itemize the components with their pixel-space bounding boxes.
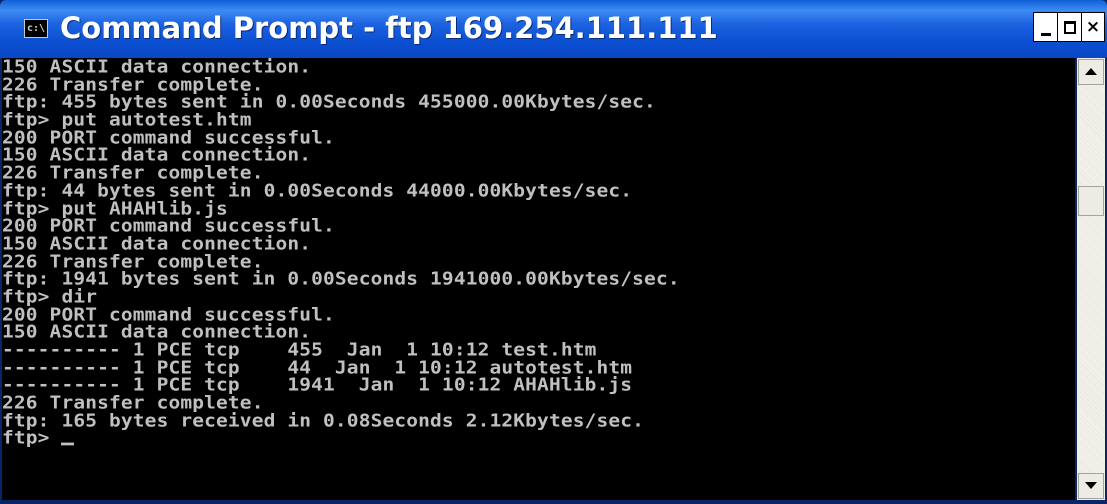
scroll-thumb[interactable] <box>1078 186 1104 216</box>
console-line: 226 Transfer complete. <box>2 162 264 184</box>
console-output[interactable]: 150 ASCII data connection. 226 Transfer c… <box>2 58 1075 500</box>
minimize-icon <box>1041 32 1051 36</box>
maximize-button[interactable] <box>1057 12 1083 42</box>
arrow-up-icon <box>1085 68 1097 75</box>
console-line: 226 Transfer complete. <box>2 392 264 414</box>
title-bar[interactable]: c:\ Command Prompt - ftp 169.254.111.111… <box>0 0 1107 58</box>
close-icon: × <box>1085 16 1101 37</box>
scroll-up-button[interactable] <box>1078 59 1104 85</box>
close-button[interactable]: × <box>1081 12 1105 42</box>
text-cursor <box>61 442 75 446</box>
console-line: 150 ASCII data connection. <box>2 58 312 78</box>
console-line: ftp> put autotest.htm <box>2 109 252 131</box>
console-line: ---------- 1 PCE tcp 455 Jan 1 10:12 tes… <box>2 338 597 361</box>
command-prompt-window: c:\ Command Prompt - ftp 169.254.111.111… <box>0 0 1107 504</box>
console-line: ftp: 1941 bytes sent in 0.00Seconds 1941… <box>2 268 680 290</box>
console-app-icon[interactable]: c:\ <box>24 19 48 38</box>
console-line: 150 ASCII data connection. <box>2 232 312 254</box>
window-title: Command Prompt - ftp 169.254.111.111 <box>60 11 718 45</box>
console-line: ftp: 455 bytes sent in 0.00Seconds 45500… <box>2 91 656 113</box>
vertical-scrollbar[interactable] <box>1077 58 1105 500</box>
arrow-down-icon <box>1085 482 1097 489</box>
scroll-track[interactable] <box>1077 58 1105 500</box>
console-line: ftp: 44 bytes sent in 0.00Seconds 44000.… <box>2 179 633 201</box>
console-line: ftp: 165 bytes received in 0.08Seconds 2… <box>2 409 645 431</box>
maximize-icon <box>1064 20 1076 34</box>
console-line: 200 PORT command successful. <box>2 215 335 237</box>
console-line: ftp> <box>2 429 1075 447</box>
minimize-button[interactable] <box>1033 12 1059 42</box>
console-line: ---------- 1 PCE tcp 1941 Jan 1 10:12 AH… <box>2 374 633 396</box>
console-line: ftp> dir <box>2 285 98 308</box>
console-line: 150 ASCII data connection. <box>2 321 312 343</box>
scroll-down-button[interactable] <box>1078 473 1104 499</box>
window-frame-bottom <box>0 500 1107 504</box>
